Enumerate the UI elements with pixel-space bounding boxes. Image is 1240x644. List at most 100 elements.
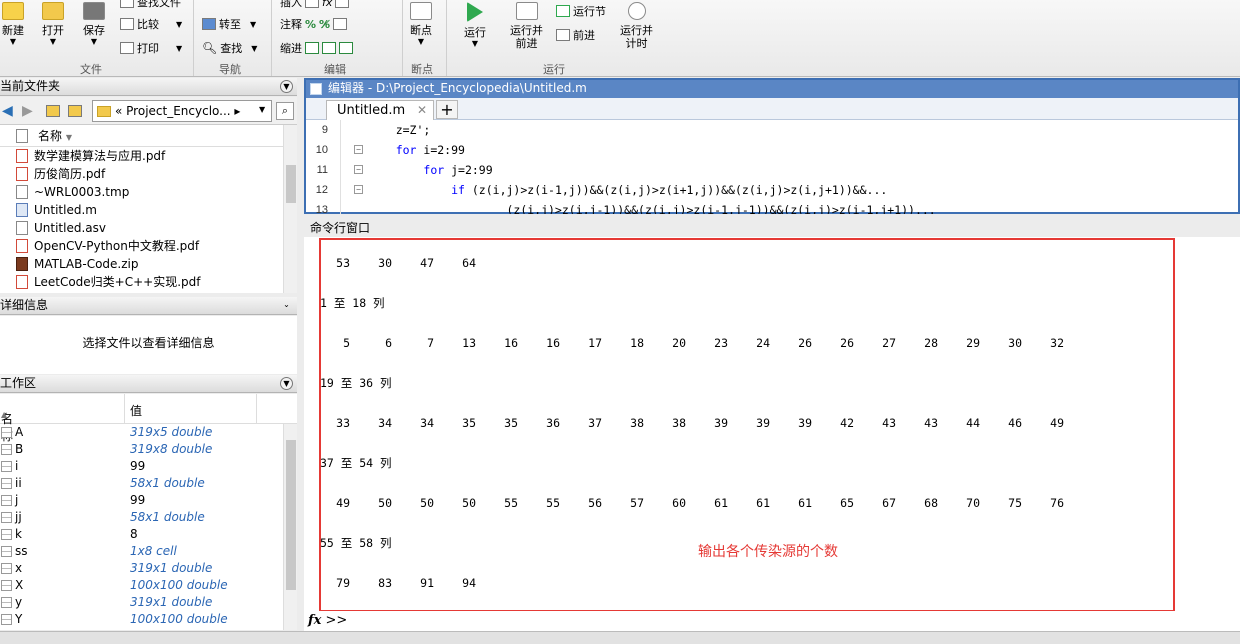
variable-value[interactable]: 1x8 cell bbox=[130, 543, 177, 560]
file-name: Untitled.asv bbox=[34, 221, 106, 235]
output-value: 38 bbox=[630, 416, 644, 430]
fold-toggle-icon[interactable]: − bbox=[354, 185, 363, 194]
fx-icon[interactable]: fx bbox=[308, 613, 321, 628]
variable-value[interactable]: 319x5 double bbox=[130, 424, 212, 441]
file-list-item[interactable]: LeetCode归类+C++实现.pdf bbox=[0, 273, 297, 291]
find-button[interactable]: 🔍︎ 查找 ▼ bbox=[202, 40, 257, 56]
open-button[interactable]: 打开 ▼ bbox=[42, 0, 64, 47]
command-output: 53 30 47 64 1 至 18 列 5 6 7 13 16 16 17 18 20 23 24 26 26 2… bbox=[320, 251, 1064, 611]
file-type-icon bbox=[16, 129, 28, 143]
path-dropdown-icon[interactable]: ▼ bbox=[259, 105, 265, 114]
collapse-chevron-icon[interactable]: ⌄ bbox=[280, 299, 293, 312]
file-list-item[interactable]: MATLAB-Code.zip bbox=[0, 255, 297, 273]
variable-name: y bbox=[15, 595, 23, 609]
value-column-header[interactable]: 值 bbox=[130, 402, 142, 419]
indent-button[interactable]: 缩进 bbox=[280, 40, 353, 56]
workspace-variable-row[interactable]: ss 1x8 cell bbox=[0, 543, 297, 560]
workspace-variable-row[interactable]: X 100x100 double bbox=[0, 577, 297, 594]
workspace-variable-row[interactable]: i 99 bbox=[0, 458, 297, 475]
file-list-item[interactable]: Untitled.asv bbox=[0, 219, 297, 237]
group-label-file: 文件 bbox=[80, 63, 102, 76]
output-value: 26 bbox=[840, 336, 854, 350]
variable-value[interactable]: 319x1 double bbox=[130, 594, 212, 611]
forward-arrow-icon[interactable]: ▶ bbox=[22, 103, 33, 119]
scrollbar-thumb[interactable] bbox=[286, 440, 296, 590]
output-value: 83 bbox=[378, 576, 392, 590]
output-value: 35 bbox=[504, 416, 518, 430]
search-icon[interactable]: ⌕ bbox=[276, 102, 294, 120]
run-and-time-button[interactable]: 运行并 计时 bbox=[620, 0, 653, 50]
file-list-scrollbar[interactable] bbox=[283, 125, 297, 293]
print-button[interactable]: 打印 ▼ bbox=[120, 40, 182, 56]
variable-value[interactable]: 58x1 double bbox=[130, 475, 205, 492]
workspace-variable-row[interactable]: Y 100x100 double bbox=[0, 611, 297, 628]
run-section-button[interactable]: 运行节 bbox=[556, 3, 606, 19]
workspace-variable-row[interactable]: jj 58x1 double bbox=[0, 509, 297, 526]
fx-button[interactable]: fx bbox=[322, 0, 332, 9]
workspace-variable-row[interactable]: y 319x1 double bbox=[0, 594, 297, 611]
run-section-icon bbox=[556, 5, 570, 17]
goto-button[interactable]: 转至 ▼ bbox=[202, 16, 256, 32]
tab-untitled-m[interactable]: Untitled.m ✕ bbox=[326, 100, 434, 120]
find-files-button[interactable]: 查找文件 bbox=[120, 0, 181, 10]
command-prompt[interactable]: fx >> bbox=[306, 611, 1240, 631]
workspace-variable-row[interactable]: j 99 bbox=[0, 492, 297, 509]
variable-value[interactable]: 100x100 double bbox=[130, 611, 228, 628]
fold-toggle-icon[interactable]: − bbox=[354, 165, 363, 174]
workspace-variable-row[interactable]: k8 bbox=[0, 526, 297, 543]
new-tab-button[interactable]: + bbox=[436, 100, 458, 119]
annotation-text: 输出各个传染源的个数 bbox=[698, 544, 838, 560]
advance-button[interactable]: 前进 bbox=[556, 27, 595, 43]
insert-button[interactable]: 插入 fx bbox=[280, 0, 350, 10]
file-list-item[interactable]: 历俊简历.pdf bbox=[0, 165, 297, 183]
save-button[interactable]: 保存 ▼ bbox=[83, 0, 105, 47]
variable-name: jj bbox=[15, 510, 22, 524]
output-row: 33 34 34 35 35 36 37 38 38 39 39 39 42 43 43 44 46 49 bbox=[320, 411, 1064, 451]
compare-button[interactable]: 比较 ▼ bbox=[120, 16, 182, 32]
up-folder-icon[interactable] bbox=[46, 105, 60, 117]
workspace-variable-row[interactable]: ii 58x1 double bbox=[0, 475, 297, 492]
file-list-item[interactable]: 数学建模算法与应用.pdf bbox=[0, 147, 297, 165]
file-list-item[interactable]: ~WRL0003.tmp bbox=[0, 183, 297, 201]
variable-value[interactable]: 319x1 double bbox=[130, 560, 212, 577]
variable-value[interactable]: 58x1 double bbox=[130, 509, 205, 526]
comment-button[interactable]: 注释% %̸ bbox=[280, 16, 348, 32]
new-button[interactable]: 新建 ▼ bbox=[2, 0, 24, 47]
workspace-variable-row[interactable]: x 319x1 double bbox=[0, 560, 297, 577]
output-value: 26 bbox=[798, 336, 812, 350]
variable-value[interactable]: 319x8 double bbox=[130, 441, 212, 458]
panel-menu-icon[interactable]: ▼ bbox=[280, 80, 293, 93]
fold-toggle-icon[interactable]: − bbox=[354, 145, 363, 154]
variable-name: k bbox=[15, 527, 22, 541]
code-area[interactable]: 9 z=Z'; 10 − for i=2:99 11 − for j=2:99 12 − i… bbox=[306, 120, 1238, 214]
new-icon bbox=[2, 2, 24, 20]
file-list-item[interactable]: Untitled.m bbox=[0, 201, 297, 219]
file-name: MATLAB-Code.zip bbox=[34, 257, 139, 271]
zip-file-icon bbox=[16, 257, 28, 271]
workspace-scrollbar[interactable] bbox=[283, 424, 297, 630]
output-value: 34 bbox=[420, 416, 434, 430]
back-arrow-icon[interactable]: ◀ bbox=[2, 103, 13, 119]
workspace-variable-row[interactable]: A 319x5 double bbox=[0, 424, 297, 441]
output-value: 17 bbox=[588, 336, 602, 350]
output-value: 55 bbox=[504, 496, 518, 510]
close-tab-icon[interactable]: ✕ bbox=[417, 101, 427, 120]
variable-name: Y bbox=[15, 612, 23, 626]
file-list-item[interactable]: OpenCV-Python中文教程.pdf bbox=[0, 237, 297, 255]
variable-value[interactable]: 100x100 double bbox=[130, 577, 228, 594]
open-folder-icon bbox=[42, 2, 64, 20]
files-column-header[interactable]: 名称 ▼ bbox=[0, 125, 297, 147]
output-row: 53 30 47 64 bbox=[320, 251, 476, 291]
workspace-variable-row[interactable]: B 319x8 double bbox=[0, 441, 297, 458]
panel-menu-icon[interactable]: ▼ bbox=[280, 377, 293, 390]
path-field[interactable]: « Project_Encyclo... ▸ bbox=[92, 100, 272, 122]
output-row: 79 83 91 94 bbox=[320, 571, 476, 611]
command-window[interactable]: 53 30 47 64 1 至 18 列 5 6 7 13 16 16 17 18 20 23 24 26 26 2… bbox=[304, 237, 1240, 631]
run-button[interactable]: 运行 ▼ bbox=[464, 0, 486, 49]
browse-folder-icon[interactable] bbox=[68, 105, 82, 117]
output-value: 37 bbox=[588, 416, 602, 430]
breakpoints-button[interactable]: 断点 ▼ bbox=[410, 0, 432, 47]
file-name: ~WRL0003.tmp bbox=[34, 185, 130, 199]
scrollbar-thumb[interactable] bbox=[286, 165, 296, 203]
run-and-advance-button[interactable]: 运行并 前进 bbox=[510, 0, 543, 50]
